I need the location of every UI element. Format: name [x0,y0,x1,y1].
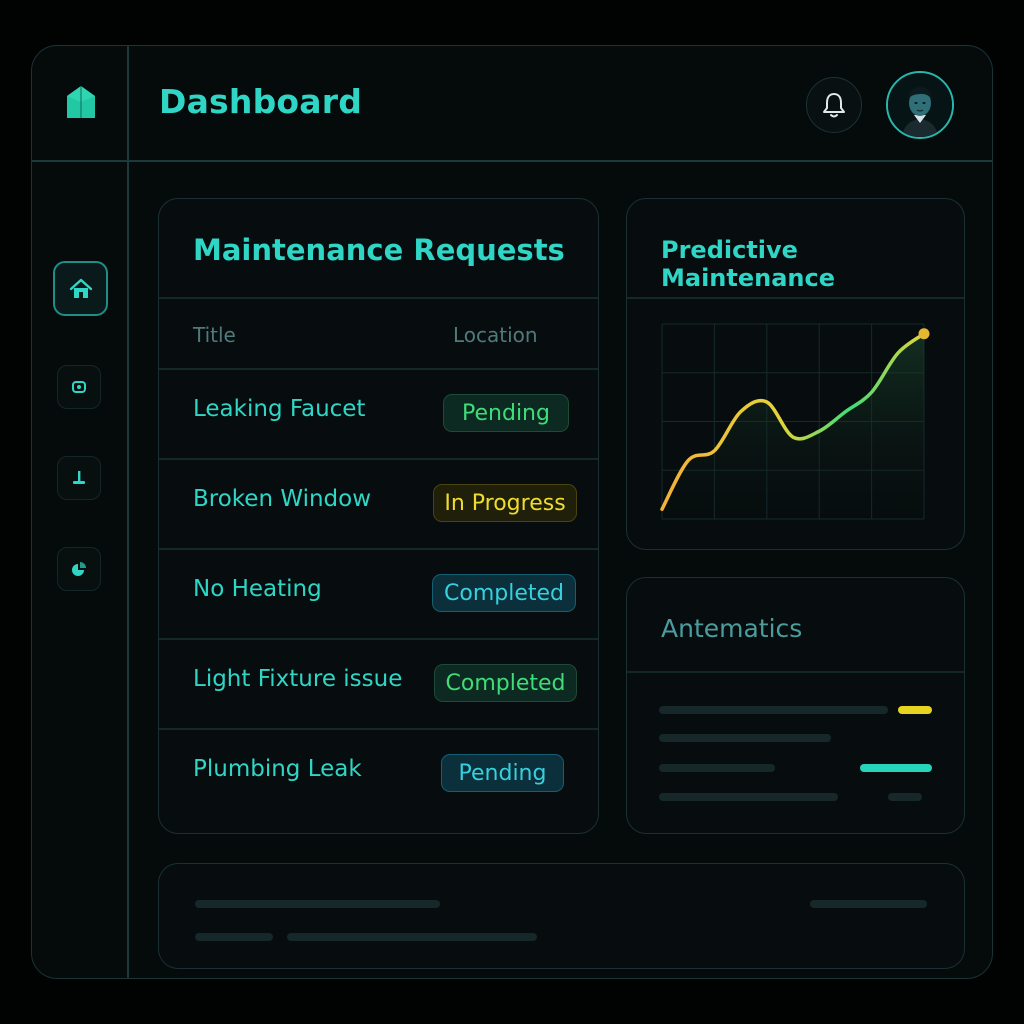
predictive-maintenance-chart [660,323,930,520]
sidebar-item-home[interactable] [53,261,108,316]
sidebar-item-reports[interactable] [57,547,101,591]
app-window: Dashboard Maintenance Requests Title Loc… [31,45,993,979]
status-badge: In Progress [433,484,577,522]
table-row[interactable]: Broken Window In Progress [159,458,598,548]
table-row[interactable]: Light Fixture issue Completed [159,638,598,728]
antematics-card: Antematics [626,577,965,834]
request-title: Plumbing Leak [193,756,362,782]
house-logo-icon [67,86,95,118]
request-title: No Heating [193,576,322,602]
sidebar-item-camera[interactable] [57,365,101,409]
status-badge: Pending [443,394,569,432]
page-title: Dashboard [159,82,363,121]
bell-icon [823,93,845,118]
chart-area-fill [662,333,924,519]
placeholder-bar [659,793,838,801]
table-row[interactable]: Plumbing Leak Pending [159,728,598,818]
table-row[interactable]: Leaking Faucet Pending [159,368,598,458]
request-title: Leaking Faucet [193,396,366,422]
user-avatar [888,73,952,137]
chart-end-point [918,328,930,340]
placeholder-bar [659,734,831,742]
avatar[interactable] [886,71,954,139]
status-badge: Pending [441,754,564,792]
placeholder-bar [195,900,440,908]
notifications-button[interactable] [806,77,862,133]
column-header-title: Title [193,323,236,347]
sidebar-divider [127,46,129,978]
card-title: Antematics [661,614,803,643]
maintenance-requests-card: Maintenance Requests Title Location Leak… [158,198,599,834]
highlight-bar-yellow [898,706,932,714]
home-icon [69,278,92,298]
placeholder-bar [659,706,888,714]
status-badge: Completed [432,574,576,612]
placeholder-bar [659,764,775,772]
highlight-bar-teal [860,764,932,772]
header-divider [32,160,992,162]
table-row[interactable]: No Heating Completed [159,548,598,638]
request-title: Broken Window [193,486,372,512]
status-badge: Completed [434,664,577,702]
card-title: Maintenance Requests [193,233,565,267]
card-title: Predictive Maintenance [661,236,836,292]
divider [159,297,598,299]
wrench-icon [73,471,85,484]
camera-icon [72,381,86,393]
predictive-maintenance-card: Predictive Maintenance [626,198,965,550]
request-title: Light Fixture issue [193,666,403,692]
summary-card [158,863,965,969]
sidebar-item-tools[interactable] [57,456,101,500]
placeholder-bar [810,900,927,908]
placeholder-bar [287,933,537,941]
column-header-location: Location [453,323,538,347]
placeholder-bar [888,793,922,801]
pie-chart-icon [72,562,86,576]
placeholder-bar [195,933,273,941]
divider [627,671,964,673]
